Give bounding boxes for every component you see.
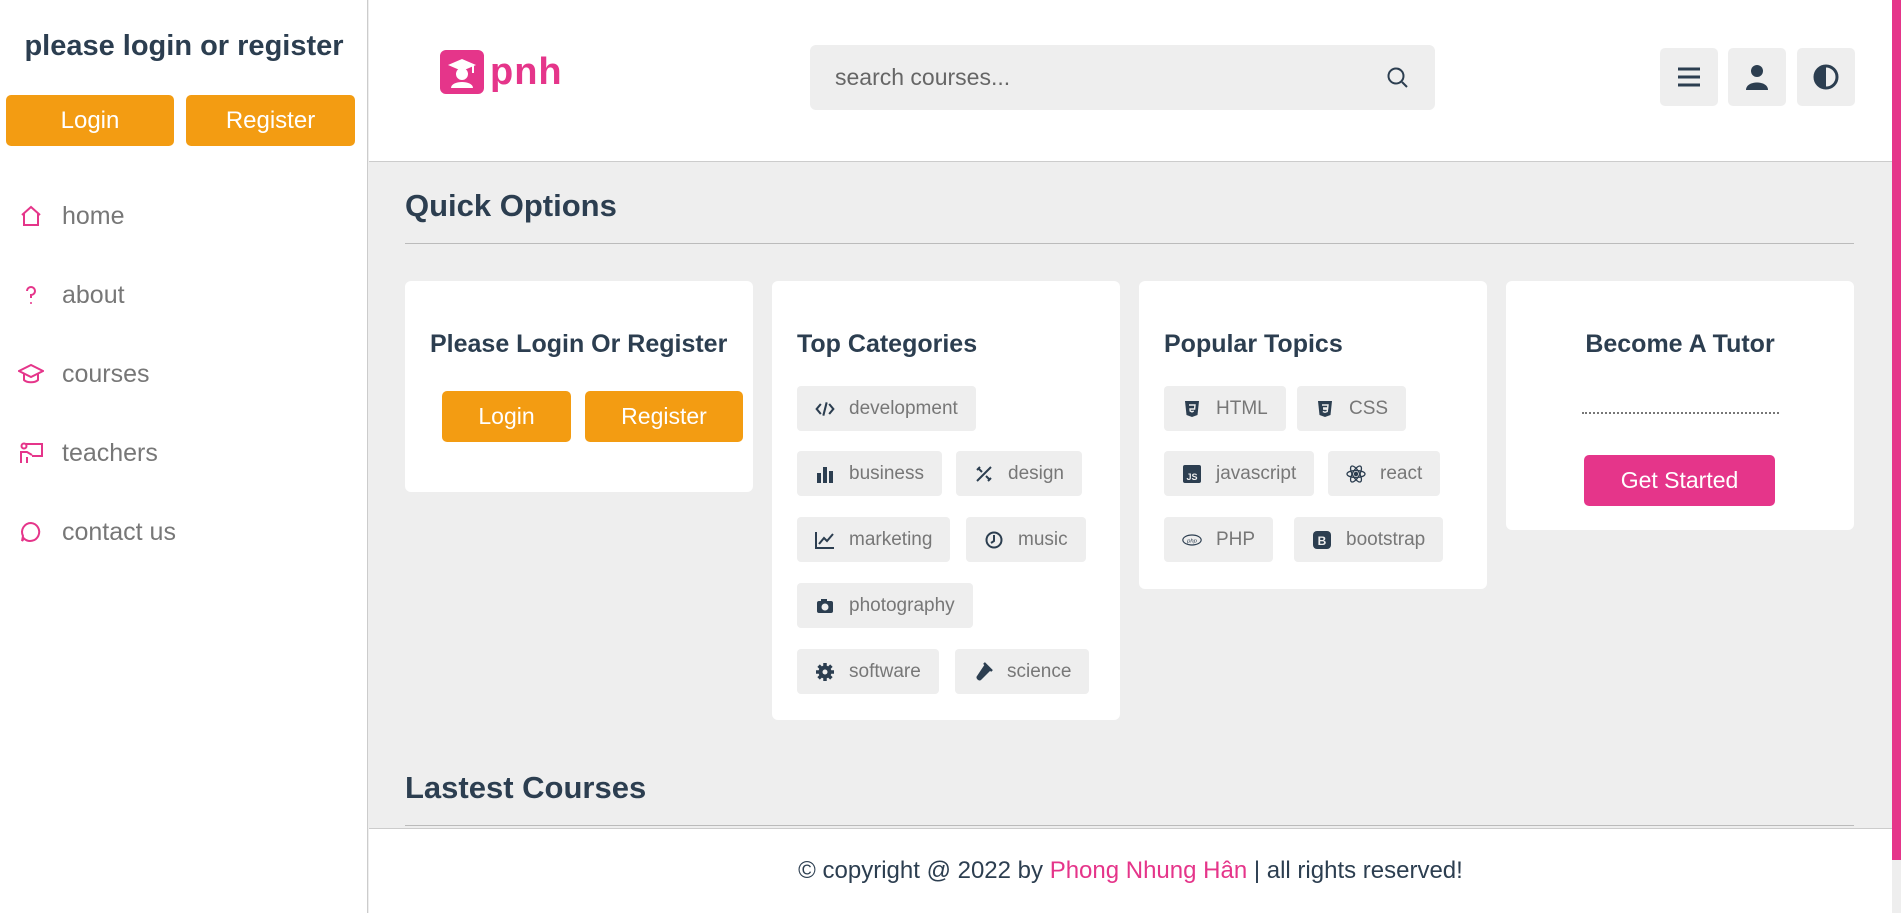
- logo-icon: [440, 50, 484, 94]
- login-button[interactable]: Login: [442, 391, 571, 442]
- category-tag-science[interactable]: science: [955, 649, 1090, 694]
- chalkboard-teacher-icon: [18, 440, 44, 466]
- search-bar: [810, 45, 1435, 110]
- svg-text:JS: JS: [1186, 472, 1197, 482]
- question-icon: [18, 282, 44, 308]
- sidebar-item-about[interactable]: about: [18, 275, 125, 315]
- camera-icon: [815, 596, 835, 616]
- topic-tag-css[interactable]: CSS: [1297, 386, 1407, 431]
- login-card: Please Login Or Register Login Register: [405, 281, 753, 492]
- topic-tag-javascript[interactable]: JS javascript: [1164, 451, 1315, 496]
- css3-icon: [1315, 399, 1335, 419]
- category-tag-business[interactable]: business: [797, 451, 942, 496]
- section-divider: [405, 243, 1854, 244]
- bootstrap-icon: B: [1312, 530, 1332, 550]
- bar-chart-icon: [815, 464, 835, 484]
- logo[interactable]: pnh: [440, 50, 563, 94]
- php-icon: php: [1182, 530, 1202, 550]
- vial-icon: [973, 661, 993, 682]
- scrollbar[interactable]: [1892, 0, 1901, 860]
- category-tag-marketing[interactable]: marketing: [797, 517, 951, 562]
- menu-button[interactable]: [1660, 48, 1718, 106]
- topic-tag-react[interactable]: react: [1328, 451, 1441, 496]
- header: pnh: [369, 0, 1892, 162]
- categories-card: Top Categories development business desi…: [772, 281, 1120, 720]
- html5-icon: [1182, 399, 1202, 419]
- section-divider: [405, 825, 1854, 826]
- latest-courses-title: Lastest Courses: [405, 770, 647, 805]
- menu-icon: [1677, 66, 1701, 88]
- topic-tag-html[interactable]: HTML: [1164, 386, 1286, 431]
- category-tag-music[interactable]: music: [966, 517, 1086, 562]
- register-button[interactable]: Register: [585, 391, 743, 442]
- gear-icon: [815, 662, 835, 682]
- search-icon[interactable]: [1385, 65, 1409, 89]
- categories-card-title: Top Categories: [797, 330, 978, 358]
- chat-icon: [18, 519, 44, 545]
- theme-toggle-icon: [1813, 64, 1839, 90]
- js-icon: JS: [1182, 464, 1202, 484]
- topic-tag-bootstrap[interactable]: B bootstrap: [1294, 517, 1444, 562]
- get-started-button[interactable]: Get Started: [1584, 455, 1775, 506]
- sidebar: please login or register Login Register …: [0, 0, 368, 913]
- sidebar-item-teachers[interactable]: teachers: [18, 433, 158, 473]
- category-tag-development[interactable]: development: [797, 386, 976, 431]
- sidebar-item-label: about: [62, 280, 125, 309]
- search-input[interactable]: [835, 64, 1375, 91]
- footer-suffix: | all rights reserved!: [1247, 857, 1463, 884]
- svg-text:B: B: [1318, 534, 1327, 548]
- category-tag-photography[interactable]: photography: [797, 583, 973, 628]
- quick-options-title: Quick Options: [405, 188, 617, 223]
- graduation-cap-icon: [18, 361, 44, 387]
- code-icon: [815, 399, 835, 419]
- sidebar-item-contact[interactable]: contact us: [18, 512, 176, 552]
- category-tag-software[interactable]: software: [797, 649, 939, 694]
- line-chart-icon: [815, 530, 835, 550]
- sidebar-item-label: contact us: [62, 517, 176, 546]
- sidebar-register-button[interactable]: Register: [186, 95, 355, 146]
- theme-toggle-button[interactable]: [1797, 48, 1855, 106]
- sidebar-item-home[interactable]: home: [18, 196, 125, 236]
- topics-card: Popular Topics HTML CSS JS javascript re…: [1139, 281, 1487, 589]
- footer-prefix: © copyright @ 2022 by: [798, 857, 1050, 884]
- sidebar-item-label: home: [62, 201, 125, 230]
- topics-card-title: Popular Topics: [1164, 330, 1343, 358]
- react-icon: [1346, 464, 1366, 484]
- tutor-divider: [1582, 412, 1779, 414]
- user-button[interactable]: [1728, 48, 1786, 106]
- topic-tag-php[interactable]: php PHP: [1164, 517, 1274, 562]
- sidebar-item-courses[interactable]: courses: [18, 354, 150, 394]
- music-icon: [984, 530, 1004, 550]
- login-card-title: Please Login Or Register: [430, 330, 728, 358]
- footer: © copyright @ 2022 by Phong Nhung Hân | …: [369, 828, 1892, 913]
- user-icon: [1745, 64, 1769, 90]
- sidebar-item-label: teachers: [62, 438, 158, 467]
- tutor-card-title: Become A Tutor: [1585, 330, 1775, 358]
- logo-text: pnh: [490, 50, 563, 93]
- category-tag-design[interactable]: design: [956, 451, 1082, 496]
- svg-text:php: php: [1186, 538, 1197, 544]
- home-icon: [18, 203, 44, 229]
- pen-ruler-icon: [974, 464, 994, 484]
- sidebar-login-button[interactable]: Login: [6, 95, 174, 146]
- sidebar-item-label: courses: [62, 359, 150, 388]
- sidebar-title: please login or register: [24, 30, 344, 62]
- footer-author: Phong Nhung Hân: [1049, 857, 1248, 884]
